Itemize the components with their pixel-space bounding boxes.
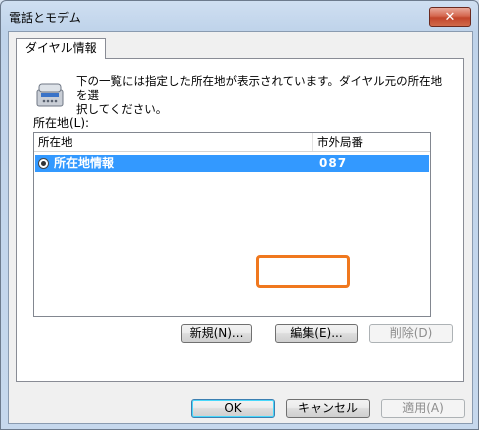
- radio-selected-icon: [38, 158, 49, 169]
- edit-button-highlight-frame: [256, 255, 350, 288]
- new-button[interactable]: 新規(N)...: [181, 324, 252, 343]
- delete-button[interactable]: 削除(D): [369, 324, 453, 343]
- cancel-button[interactable]: キャンセル: [286, 399, 370, 418]
- telephone-icon: [36, 83, 64, 107]
- dialog-window: 電話とモデム ✕ ダイヤル情報 下の一覧には指定した所在地が表示されています。ダ…: [0, 0, 479, 430]
- locations-label: 所在地(L):: [33, 116, 90, 130]
- apply-button[interactable]: 適用(A): [381, 399, 465, 418]
- tab-dialing-rules[interactable]: ダイヤル情報: [16, 38, 106, 59]
- column-header-location[interactable]: 所在地: [34, 133, 313, 151]
- close-button[interactable]: ✕: [429, 7, 471, 27]
- ok-button[interactable]: OK: [191, 399, 275, 418]
- area-code: 087: [319, 156, 348, 170]
- edit-button[interactable]: 編集(E)...: [275, 324, 358, 343]
- close-icon: ✕: [444, 9, 456, 25]
- dialog-body: ダイヤル情報 下の一覧には指定した所在地が表示されています。ダイヤル元の所在地を…: [8, 31, 473, 424]
- title-bar[interactable]: 電話とモデム ✕: [1, 1, 478, 31]
- window-title: 電話とモデム: [9, 11, 81, 25]
- location-name: 所在地情報: [54, 156, 115, 170]
- list-item[interactable]: 所在地情報 087: [35, 155, 429, 172]
- description-line-1: 下の一覧には指定した所在地が表示されています。ダイヤル元の所在地を選: [76, 74, 443, 102]
- description-text: 下の一覧には指定した所在地が表示されています。ダイヤル元の所在地を選 択してくだ…: [76, 74, 446, 116]
- tab-panel: 下の一覧には指定した所在地が表示されています。ダイヤル元の所在地を選 択してくだ…: [16, 58, 464, 382]
- column-header-area-code[interactable]: 市外局番: [313, 133, 427, 151]
- description-line-2: 択してください。: [76, 102, 168, 116]
- tab-label: ダイヤル情報: [25, 41, 97, 55]
- listview-header: 所在地 市外局番: [34, 133, 430, 152]
- locations-listview[interactable]: 所在地 市外局番 所在地情報 087: [33, 132, 431, 317]
